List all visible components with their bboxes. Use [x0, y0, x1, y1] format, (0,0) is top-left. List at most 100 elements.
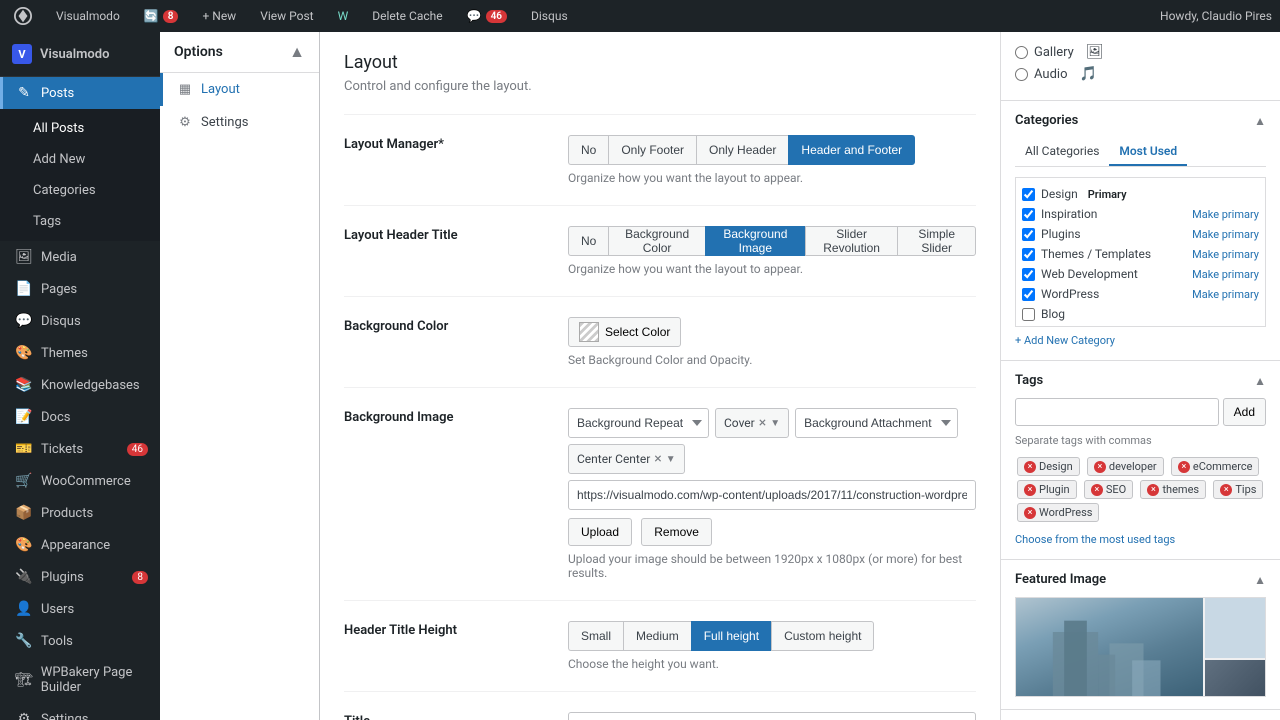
sidebar-subitem-tags[interactable]: Tags — [0, 206, 160, 237]
disqus[interactable]: Disqus — [525, 0, 574, 32]
tag-wordpress-remove-icon[interactable]: × — [1024, 507, 1036, 519]
cat-blog-checkbox[interactable] — [1022, 308, 1035, 321]
lht-bg-color-btn[interactable]: Background Color — [608, 226, 705, 256]
bg-attachment-select[interactable]: Background Attachment Scroll Fixed Local — [795, 408, 958, 438]
featured-image-toggle-icon[interactable]: ▲ — [1254, 573, 1266, 587]
title-input[interactable] — [568, 712, 976, 720]
sidebar-item-woocommerce[interactable]: 🛒 WooCommerce — [0, 465, 160, 497]
tag-plugin[interactable]: × Plugin — [1017, 480, 1077, 499]
layout-only-footer-btn[interactable]: Only Footer — [608, 135, 696, 165]
height-small-btn[interactable]: Small — [568, 621, 623, 651]
select-color-btn[interactable]: Select Color — [568, 317, 681, 347]
cat-wordpress-checkbox[interactable] — [1022, 288, 1035, 301]
lht-bg-image-btn[interactable]: Background Image — [705, 226, 805, 256]
tag-themes[interactable]: × themes — [1140, 480, 1206, 499]
tags-toggle-icon[interactable]: ▲ — [1254, 374, 1266, 388]
plugins-make-primary[interactable]: Make primary — [1192, 228, 1259, 241]
all-categories-tab[interactable]: All Categories — [1015, 138, 1109, 166]
tag-plugin-remove-icon[interactable]: × — [1024, 484, 1036, 496]
cat-plugins-checkbox[interactable] — [1022, 228, 1035, 241]
bg-repeat-select[interactable]: Background Repeat No Repeat Repeat Repea… — [568, 408, 709, 438]
tag-design[interactable]: × Design — [1017, 457, 1080, 476]
lht-slider-rev-btn[interactable]: Slider Revolution — [805, 226, 898, 256]
tag-developer[interactable]: × developer — [1087, 457, 1164, 476]
delete-cache[interactable]: Delete Cache — [366, 0, 448, 32]
cat-design-checkbox[interactable] — [1022, 188, 1035, 201]
audio-option[interactable]: Audio 🎵 — [1015, 66, 1266, 82]
updates-icon[interactable]: 🔄 8 — [138, 0, 185, 32]
sub-sidebar-item-layout[interactable]: ▦ Layout — [160, 73, 319, 106]
sidebar-item-products[interactable]: 📦 Products — [0, 497, 160, 529]
tags-header[interactable]: Tags ▲ — [1015, 373, 1266, 388]
sub-sidebar-item-settings[interactable]: ⚙ Settings — [160, 106, 319, 139]
sidebar-subitem-add-new[interactable]: Add New — [0, 144, 160, 175]
sidebar-item-media[interactable]: 🖼 Media — [0, 241, 160, 273]
most-used-tab[interactable]: Most Used — [1109, 138, 1187, 166]
position-remove-icon[interactable]: × — [654, 452, 661, 466]
sidebar-item-tools[interactable]: 🔧 Tools — [0, 625, 160, 657]
collapse-arrow-icon[interactable]: ▲ — [289, 42, 305, 62]
inspiration-make-primary[interactable]: Make primary — [1192, 208, 1259, 221]
add-new[interactable]: + New — [196, 0, 242, 32]
tag-ecommerce[interactable]: × eCommerce — [1171, 457, 1260, 476]
position-arrow-icon[interactable]: ▼ — [666, 454, 676, 465]
featured-image-preview[interactable] — [1015, 597, 1266, 697]
categories-header[interactable]: Categories ▲ — [1015, 113, 1266, 128]
cover-arrow-icon[interactable]: ▼ — [770, 418, 780, 429]
tag-design-remove-icon[interactable]: × — [1024, 461, 1036, 473]
sidebar-item-appearance[interactable]: 🎨 Appearance — [0, 529, 160, 561]
wordpress-make-primary[interactable]: Make primary — [1192, 288, 1259, 301]
remove-btn[interactable]: Remove — [641, 518, 712, 546]
height-medium-btn[interactable]: Medium — [623, 621, 691, 651]
tags-add-btn[interactable]: Add — [1223, 398, 1266, 426]
view-post[interactable]: View Post — [254, 0, 319, 32]
sidebar-item-settings[interactable]: ⚙ Settings — [0, 703, 160, 720]
sidebar-item-users[interactable]: 👤 Users — [0, 593, 160, 625]
lht-simple-slider-btn[interactable]: Simple Slider — [897, 226, 976, 256]
wp-logo[interactable] — [8, 0, 38, 32]
gallery-option[interactable]: Gallery 🖼 — [1015, 44, 1266, 60]
sidebar-logo[interactable]: V Visualmodo — [0, 32, 160, 77]
height-custom-btn[interactable]: Custom height — [771, 621, 874, 651]
tag-wordpress[interactable]: × WordPress — [1017, 503, 1099, 522]
sidebar-item-disqus[interactable]: 💬 Disqus — [0, 305, 160, 337]
cat-themes-checkbox[interactable] — [1022, 248, 1035, 261]
tag-developer-remove-icon[interactable]: × — [1094, 461, 1106, 473]
themes-make-primary[interactable]: Make primary — [1192, 248, 1259, 261]
sidebar-item-tickets[interactable]: 🎫 Tickets 46 — [0, 433, 160, 465]
tags-input[interactable] — [1015, 398, 1219, 426]
audio-radio[interactable] — [1015, 68, 1028, 81]
tag-seo-remove-icon[interactable]: × — [1091, 484, 1103, 496]
layout-only-header-btn[interactable]: Only Header — [696, 135, 788, 165]
cat-webdev-checkbox[interactable] — [1022, 268, 1035, 281]
choose-tags-link[interactable]: Choose from the most used tags — [1015, 533, 1175, 546]
webdev-make-primary[interactable]: Make primary — [1192, 268, 1259, 281]
height-full-btn[interactable]: Full height — [691, 621, 771, 651]
sidebar-item-docs[interactable]: 📝 Docs — [0, 401, 160, 433]
wp-icon[interactable]: W — [332, 0, 355, 32]
sidebar-item-plugins[interactable]: 🔌 Plugins 8 — [0, 561, 160, 593]
sidebar-item-pages[interactable]: 📄 Pages — [0, 273, 160, 305]
tag-themes-remove-icon[interactable]: × — [1147, 484, 1159, 496]
sidebar-item-knowledgebases[interactable]: 📚 Knowledgebases — [0, 369, 160, 401]
featured-image-header[interactable]: Featured Image ▲ — [1015, 572, 1266, 587]
add-new-category[interactable]: + Add New Category — [1015, 334, 1115, 347]
tag-ecommerce-remove-icon[interactable]: × — [1178, 461, 1190, 473]
sidebar-subitem-categories[interactable]: Categories — [0, 175, 160, 206]
bg-image-url-input[interactable] — [568, 480, 976, 510]
site-name[interactable]: Visualmodo — [50, 0, 126, 32]
tag-seo[interactable]: × SEO — [1084, 480, 1133, 499]
cat-inspiration-checkbox[interactable] — [1022, 208, 1035, 221]
cover-remove-icon[interactable]: × — [759, 416, 766, 430]
sidebar-item-wpbakery[interactable]: 🏗 WPBakery Page Builder — [0, 657, 160, 703]
sidebar-subitem-all-posts[interactable]: All Posts — [0, 113, 160, 144]
layout-header-footer-btn[interactable]: Header and Footer — [788, 135, 915, 165]
sidebar-item-themes[interactable]: 🎨 Themes — [0, 337, 160, 369]
tag-tips-remove-icon[interactable]: × — [1220, 484, 1232, 496]
layout-no-btn[interactable]: No — [568, 135, 608, 165]
tag-tips[interactable]: × Tips — [1213, 480, 1263, 499]
lht-no-btn[interactable]: No — [568, 226, 608, 256]
comments-icon[interactable]: 💬 46 — [461, 0, 513, 32]
sidebar-item-posts[interactable]: ✎ Posts — [0, 77, 160, 109]
categories-toggle-icon[interactable]: ▲ — [1254, 114, 1266, 128]
